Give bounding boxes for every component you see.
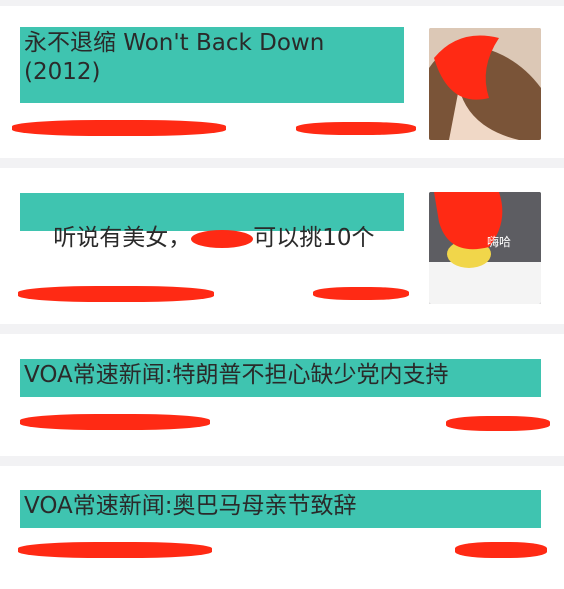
item-title[interactable]: 听说有美女， 可以挑10个 <box>20 193 404 251</box>
redaction-mark <box>18 286 214 302</box>
redaction-mark <box>455 542 547 558</box>
item-thumbnail[interactable] <box>429 28 541 140</box>
item-title[interactable]: VOA常速新闻:奥巴马母亲节致辞 <box>20 490 541 528</box>
title-text-end: 可以挑10个 <box>253 225 375 251</box>
item-thumbnail[interactable]: 嗨哈 <box>429 192 541 304</box>
redaction-mark <box>446 416 550 431</box>
redaction-mark <box>313 287 409 300</box>
redaction-mark <box>12 120 226 136</box>
redaction-mark <box>191 229 254 248</box>
item-title[interactable]: 永不退缩 Won't Back Down (2012) <box>20 27 404 103</box>
redaction-mark <box>296 122 416 135</box>
title-text-start: 听说有美女， <box>53 225 192 251</box>
redaction-mark <box>18 542 212 558</box>
thumbnail-caption: 嗨哈 <box>487 235 512 249</box>
feed-item[interactable]: 永不退缩 Won't Back Down (2012) <box>0 6 564 158</box>
redaction-mark <box>20 414 210 430</box>
item-title[interactable]: VOA常速新闻:特朗普不担心缺少党内支持 <box>20 359 541 397</box>
feed-item[interactable]: VOA常速新闻:奥巴马母亲节致辞 <box>0 466 564 589</box>
feed-item[interactable]: 听说有美女， 可以挑10个 嗨哈 <box>0 168 564 324</box>
feed-item[interactable]: VOA常速新闻:特朗普不担心缺少党内支持 <box>0 334 564 456</box>
